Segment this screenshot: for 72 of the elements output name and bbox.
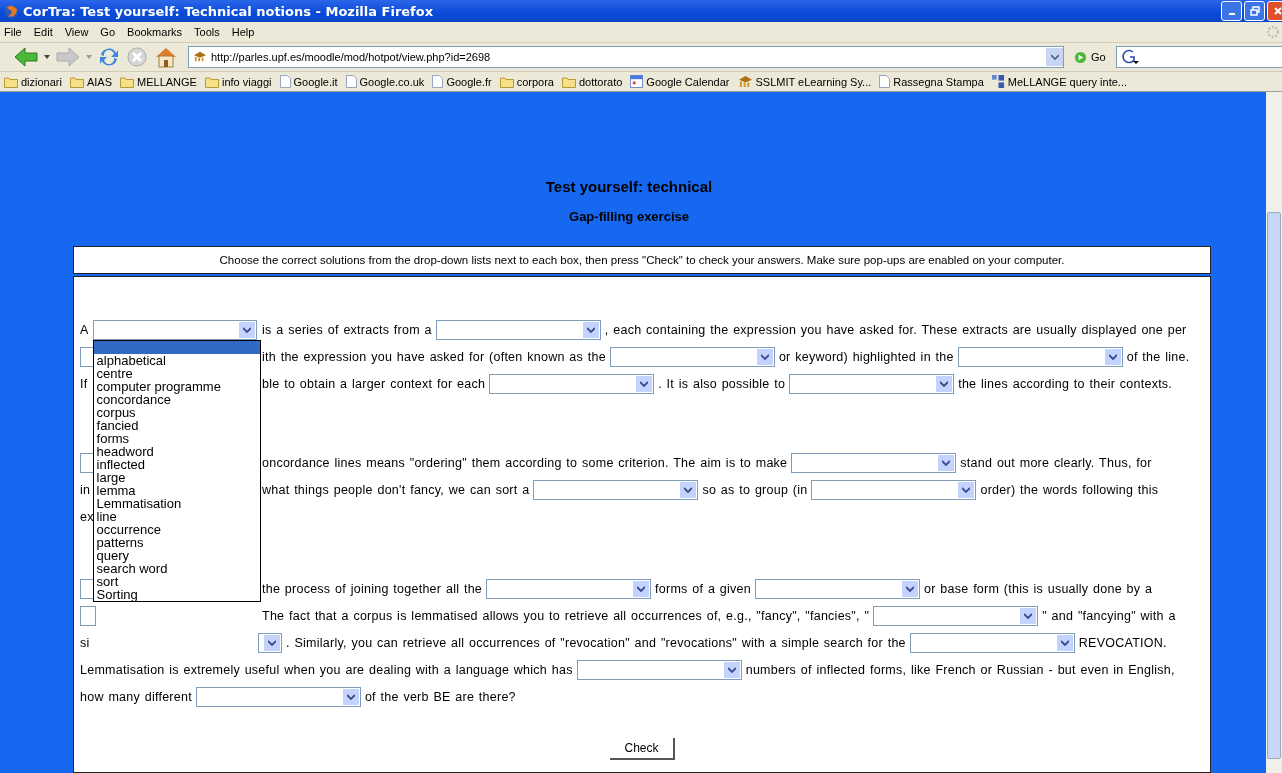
exercise-text: or base form (this is usually done by a [924,581,1153,596]
check-button[interactable]: Check [610,738,675,760]
bookmark-label: AIAS [86,75,113,88]
dropdown-option[interactable]: computer programme [93,379,260,393]
dropdown-option[interactable]: lemma [93,483,260,497]
go-button[interactable]: Go [1070,50,1110,64]
dropdown-option[interactable]: patterns [93,535,260,549]
page-subtitle: Gap-filling exercise [569,209,689,224]
exercise-text: ble to obtain a larger context for each [262,376,486,391]
exercise-text: or keyword) highlighted in the [778,349,954,364]
bookmark-label: dizionari [21,75,62,88]
bookmark-label: MELLANGE [137,75,197,88]
dropdown-option[interactable]: search word [93,561,260,575]
dropdown-option[interactable]: sort [93,574,260,588]
bookmark-label: dottorato [578,75,623,88]
exercise-text: in [80,482,91,497]
menu-item[interactable]: Go [100,26,116,38]
exercise-text: Lemmatisation is extremely useful when you are dealing with a language which has [80,662,573,677]
instructions-text: Choose the correct solutions from the drop-down lists next to each box, then press "Check" to check your answers. Make sure pop-ups are enabled on your computer. [73,246,1211,274]
dropdown-option[interactable]: forms [93,431,260,445]
menu-item[interactable]: Bookmarks [127,26,183,38]
bookmark-label: Google Calendar [646,75,730,88]
exercise-text: of the line. [1126,349,1190,364]
exercise-text: oncordance lines means "ordering" them according to some criterion. The aim is to make [262,455,788,470]
dropdown-option[interactable]: fancied [93,418,260,432]
dropdown-option[interactable]: inflected [93,457,260,471]
exercise-text: how many different [80,689,192,704]
exercise-text: If [80,376,88,391]
exercise-text: . Similarly, you can retrieve all occurrences of "revocation" and "revocations" with a simple search for the [286,635,906,650]
exercise-text: , each containing the expression you have asked for. These extracts are usually displayed one per [604,322,1187,337]
exercise-text: si [80,635,90,650]
dropdown-option[interactable]: corpus [93,405,260,419]
exercise-text: so as to group (in [702,482,808,497]
window-title: CorTra: Test yourself: Technical notions - Mozilla Firefox [23,3,434,19]
exercise-text: of the verb BE are there? [364,689,516,704]
bookmark-label: corpora [516,75,554,88]
dropdown-option[interactable]: headword [93,444,260,458]
dropdown-option[interactable]: large [93,470,260,484]
bookmark-label: SSLMIT eLearning Sy... [755,75,872,88]
page-title: Test yourself: technical [545,178,713,195]
address-field[interactable]: http://parles.upf.es/moodle/mod/hotpot/view.php?id=2698 [188,46,1064,68]
bookmark-label: Rassegna Stampa [893,75,984,88]
exercise-text: REVOCATION. [1078,635,1167,650]
menu-item[interactable]: Help [231,26,255,38]
exercise-text: order) the words following this [980,482,1159,497]
dropdown-option[interactable]: occurrence [93,522,260,536]
exercise-text: A [80,322,89,337]
dropdown-option[interactable]: Sorting [93,587,260,601]
exercise-text: numbers of inflected forms, like French or Russian - but even in English, [745,662,1175,677]
dropdown-option[interactable]: line [93,509,260,523]
exercise-text: the lines according to their contexts. [958,376,1173,391]
exercise-text: the process of joining together all the [262,581,483,596]
dropdown-option[interactable]: Lemmatisation [93,496,260,510]
exercise-text: The fact that a corpus is lemmatised allows you to retrieve all occurrences of, e.g., "fancy", "fancies", " [262,608,870,623]
exercise-text: " and "fancying" with a [1042,608,1176,623]
exercise-text: ex [80,509,94,524]
exercise-text: forms of a given [655,581,751,596]
menu-item[interactable]: View [64,26,89,38]
bookmark-label: Google.fr [446,75,492,88]
menu-item[interactable]: Tools [194,26,220,38]
exercise-text: what things people don't fancy, we can sort a [262,482,530,497]
bookmark-label: info viaggi [221,75,272,88]
bookmark-label: Google.it [293,75,338,88]
dropdown-option[interactable]: alphabetical [93,353,260,367]
exercise-text: . It is also possible to [658,376,786,391]
menu-item[interactable]: Edit [33,26,53,38]
exercise-text: is a series of extracts from a [262,322,432,337]
bookmark-label: MeLLANGE query inte... [1007,75,1127,88]
menu-item[interactable]: File [4,26,22,38]
exercise-text: stand out more clearly. Thus, for [960,455,1152,470]
bookmark-label: Google.co.uk [359,75,425,88]
exercise-text: ith the expression you have asked for (often known as the [262,349,606,364]
